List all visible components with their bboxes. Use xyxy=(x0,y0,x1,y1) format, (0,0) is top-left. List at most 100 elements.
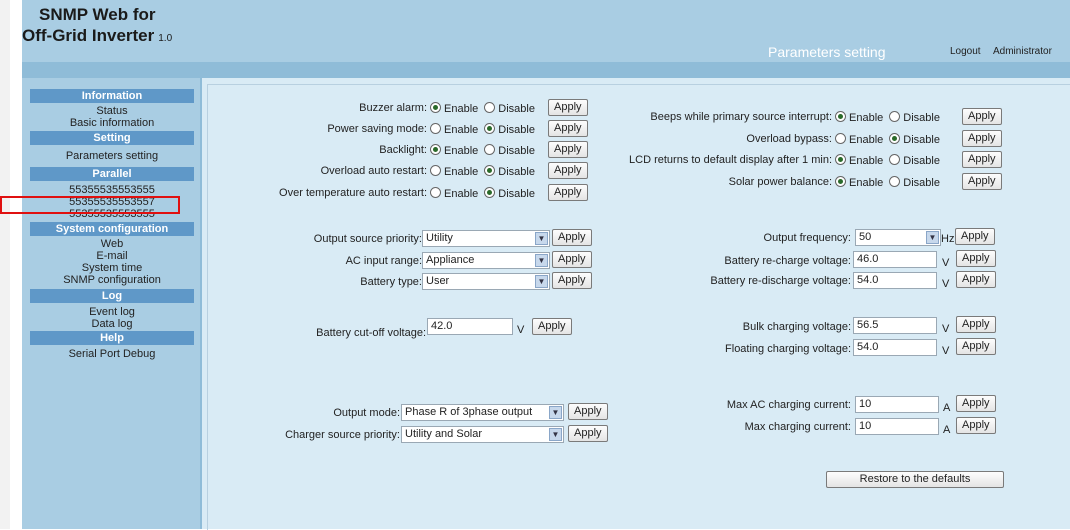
overload-bypass-apply-button[interactable]: Apply xyxy=(962,130,1002,147)
output-mode-select[interactable]: Phase R of 3phase output ▼ xyxy=(401,404,564,421)
window-edge xyxy=(0,0,10,529)
charger-source-priority-apply-button[interactable]: Apply xyxy=(568,425,608,442)
chevron-down-icon[interactable]: ▼ xyxy=(926,231,939,244)
radio-enable[interactable] xyxy=(430,187,441,198)
beeps-source-interrupt-radio-group[interactable]: Enable Disable xyxy=(835,111,946,124)
radio-disable[interactable] xyxy=(484,123,496,134)
over-temperature-restart-radio-group[interactable]: Enable Disable xyxy=(430,187,541,200)
ac-input-range-label: AC input range: xyxy=(345,255,422,267)
bulk-charging-voltage-input[interactable]: 56.5 xyxy=(853,317,937,334)
sidebar-item-system-time[interactable]: System time xyxy=(30,262,194,274)
radio-disable[interactable] xyxy=(484,187,496,198)
battery-redischarge-voltage-apply-button[interactable]: Apply xyxy=(956,271,996,288)
page-title: Parameters setting xyxy=(768,44,886,60)
lcd-returns-default-label: LCD returns to default display after 1 m… xyxy=(629,154,832,166)
floating-charging-voltage-unit: V xyxy=(942,345,950,357)
sidebar-item-web[interactable]: Web xyxy=(30,238,194,250)
radio-enable[interactable] xyxy=(430,123,441,134)
overload-bypass-radio-group[interactable]: Enable Disable xyxy=(835,133,946,146)
chevron-down-icon[interactable]: ▼ xyxy=(535,254,548,267)
power-saving-radio-group[interactable]: Enable Disable xyxy=(430,123,541,136)
battery-redischarge-voltage-input[interactable]: 54.0 xyxy=(853,272,937,289)
sidebar-item-snmp-configuration[interactable]: SNMP configuration xyxy=(30,274,194,286)
sidebar-item-basic-information[interactable]: Basic information xyxy=(30,117,194,129)
radio-disable[interactable] xyxy=(484,102,496,113)
radio-label-disable: Disable xyxy=(498,103,535,115)
max-charging-current-apply-button[interactable]: Apply xyxy=(956,417,996,434)
backlight-apply-button[interactable]: Apply xyxy=(548,141,588,158)
output-source-priority-select[interactable]: Utility ▼ xyxy=(422,230,550,247)
sidebar-item-event-log[interactable]: Event log xyxy=(30,306,194,318)
radio-enable[interactable] xyxy=(835,154,846,165)
battery-type-select[interactable]: User ▼ xyxy=(422,273,550,290)
output-mode-apply-button[interactable]: Apply xyxy=(568,403,608,420)
radio-disable[interactable] xyxy=(889,176,901,187)
chevron-down-icon[interactable]: ▼ xyxy=(535,232,548,245)
select-value: User xyxy=(426,275,450,287)
over-temperature-restart-apply-button[interactable]: Apply xyxy=(548,184,588,201)
output-frequency-select[interactable]: 50 ▼ xyxy=(855,229,941,246)
output-frequency-unit: Hz xyxy=(941,233,955,245)
radio-disable[interactable] xyxy=(484,165,496,176)
sidebar-item-status[interactable]: Status xyxy=(30,105,194,117)
header-strip xyxy=(22,62,1070,78)
power-saving-apply-button[interactable]: Apply xyxy=(548,120,588,137)
radio-label-disable: Disable xyxy=(903,134,940,146)
chevron-down-icon[interactable]: ▼ xyxy=(535,275,548,288)
solar-power-balance-radio-group[interactable]: Enable Disable xyxy=(835,176,946,189)
beeps-source-interrupt-apply-button[interactable]: Apply xyxy=(962,108,1002,125)
radio-disable[interactable] xyxy=(889,111,901,122)
bulk-charging-voltage-apply-button[interactable]: Apply xyxy=(956,316,996,333)
max-ac-charging-current-apply-button[interactable]: Apply xyxy=(956,395,996,412)
app-title-text: Off-Grid Inverter xyxy=(22,26,155,45)
max-ac-charging-current-input[interactable]: 10 xyxy=(855,396,939,413)
output-frequency-apply-button[interactable]: Apply xyxy=(955,228,995,245)
solar-power-balance-label: Solar power balance: xyxy=(728,176,832,188)
radio-enable[interactable] xyxy=(835,111,846,122)
max-charging-current-input[interactable]: 10 xyxy=(855,418,939,435)
battery-recharge-voltage-input[interactable]: 46.0 xyxy=(853,251,937,268)
output-source-priority-label: Output source priority: xyxy=(313,233,422,245)
floating-charging-voltage-apply-button[interactable]: Apply xyxy=(956,338,996,355)
radio-enable[interactable] xyxy=(835,133,846,144)
sidebar-item-parameters-setting[interactable]: Parameters setting xyxy=(30,150,194,162)
logout-link[interactable]: Logout xyxy=(950,46,981,57)
radio-enable[interactable] xyxy=(430,165,441,176)
battery-cutoff-input[interactable]: 42.0 xyxy=(427,318,513,335)
ac-input-range-apply-button[interactable]: Apply xyxy=(552,251,592,268)
lcd-returns-default-apply-button[interactable]: Apply xyxy=(962,151,1002,168)
radio-label-enable: Enable xyxy=(444,103,479,115)
radio-disable[interactable] xyxy=(889,154,901,165)
sidebar-item-data-log[interactable]: Data log xyxy=(30,318,194,330)
chevron-down-icon[interactable]: ▼ xyxy=(549,428,562,441)
overload-auto-restart-radio-group[interactable]: Enable Disable xyxy=(430,165,541,178)
solar-power-balance-apply-button[interactable]: Apply xyxy=(962,173,1002,190)
lcd-returns-default-radio-group[interactable]: Enable Disable xyxy=(835,154,946,167)
battery-type-apply-button[interactable]: Apply xyxy=(552,272,592,289)
max-ac-charging-current-label: Max AC charging current: xyxy=(726,399,851,411)
output-source-priority-apply-button[interactable]: Apply xyxy=(552,229,592,246)
battery-cutoff-apply-button[interactable]: Apply xyxy=(532,318,572,335)
ac-input-range-select[interactable]: Appliance ▼ xyxy=(422,252,550,269)
charger-source-priority-select[interactable]: Utility and Solar ▼ xyxy=(401,426,564,443)
radio-enable[interactable] xyxy=(430,144,441,155)
floating-charging-voltage-input[interactable]: 54.0 xyxy=(853,339,937,356)
backlight-radio-group[interactable]: Enable Disable xyxy=(430,144,541,157)
highlight-box xyxy=(0,196,180,214)
chevron-down-icon[interactable]: ▼ xyxy=(549,406,562,419)
buzzer-alarm-apply-button[interactable]: Apply xyxy=(548,99,588,116)
restore-defaults-button[interactable]: Restore to the defaults xyxy=(826,471,1004,488)
battery-cutoff-unit: V xyxy=(517,324,525,336)
radio-enable[interactable] xyxy=(835,176,846,187)
overload-auto-restart-apply-button[interactable]: Apply xyxy=(548,162,588,179)
radio-disable[interactable] xyxy=(889,133,901,144)
sidebar-item-parallel-1[interactable]: 55355535553555 xyxy=(30,184,194,196)
radio-enable[interactable] xyxy=(430,102,441,113)
user-name: Administrator xyxy=(993,46,1052,57)
sidebar-item-serial-port-debug[interactable]: Serial Port Debug xyxy=(30,348,194,360)
radio-disable[interactable] xyxy=(484,144,496,155)
battery-recharge-voltage-apply-button[interactable]: Apply xyxy=(956,250,996,267)
sidebar-item-email[interactable]: E-mail xyxy=(30,250,194,262)
radio-label-disable: Disable xyxy=(903,155,940,167)
buzzer-alarm-radio-group[interactable]: Enable Disable xyxy=(430,102,541,115)
